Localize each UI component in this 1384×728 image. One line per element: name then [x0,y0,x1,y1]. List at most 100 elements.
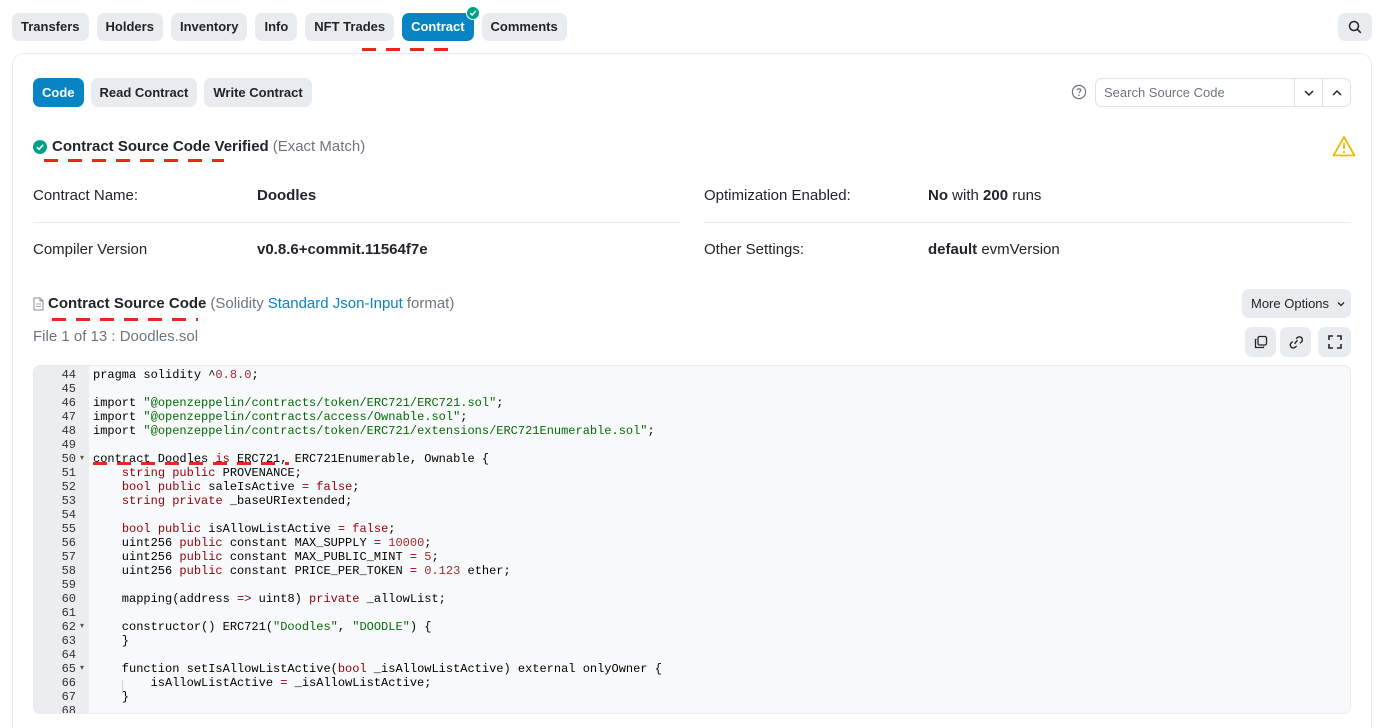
copy-icon [1254,335,1267,349]
chevron-down-icon [1303,89,1314,96]
code-text: pragma solidity ^0.8.0; [93,368,259,382]
code-line: 65 ▾ function setIsAllowListActive(bool _… [34,662,1350,676]
code-line: 47 import "@openzeppelin/contracts/access… [34,410,1350,424]
optimization-value: No with 200 runs [928,187,1041,204]
line-number: 46 [61,396,76,410]
code-text: uint256 public constant MAX_SUPPLY = 100… [93,536,432,550]
line-number: 57 [61,550,76,564]
standard-json-input-link[interactable]: Standard Json-Input [268,295,403,312]
fold-toggle-icon[interactable]: ▾ [80,452,84,466]
tab-info[interactable]: Info [255,13,298,41]
source-format-suffix: format) [406,295,455,312]
search-button[interactable] [1338,13,1372,41]
code-line: 59 [34,578,1350,592]
verified-heading: Contract Source Code Verified (Exact Mat… [33,138,365,155]
line-number: 53 [61,494,76,508]
optimization-runs-suffix: runs [1012,187,1042,204]
top-tab-bar: Transfers Holders Inventory Info NFT Tra… [12,6,567,41]
line-number: 50 [61,452,76,466]
subtab-code[interactable]: Code [33,78,84,107]
search-icon [1348,20,1362,34]
help-icon[interactable] [1071,84,1087,100]
code-line: 67 } [34,690,1350,704]
file-label: File 1 of 13 : Doodles.sol [33,328,199,345]
search-next-button[interactable] [1294,79,1322,106]
code-sub-tabs: Code Read Contract Write Contract [33,78,312,107]
line-number: 63 [61,634,76,648]
line-number: 47 [61,410,76,424]
code-text: constructor() ERC721("Doodles", "DOODLE"… [93,620,432,634]
optimization-label: Optimization Enabled: [704,187,851,204]
tab-inventory[interactable]: Inventory [170,13,248,41]
annotation-underline-source [52,318,198,321]
code-line: 57 uint256 public constant MAX_PUBLIC_MI… [34,550,1350,564]
code-line: 48 import "@openzeppelin/contracts/token/… [34,424,1350,438]
code-text: string public PROVENANCE; [121,466,302,480]
tab-transfers[interactable]: Transfers [12,13,89,41]
line-number: 49 [61,438,76,452]
more-options-label: More Options [1251,296,1330,311]
line-number: 58 [61,564,76,578]
tab-holders[interactable]: Holders [96,13,163,41]
code-line: 46 import "@openzeppelin/contracts/token/… [34,396,1350,410]
code-text: bool public saleIsActive = false; [121,480,360,494]
verified-match: (Exact Match) [272,138,366,155]
code-text: mapping(address => uint8) private _allow… [93,592,446,606]
line-number: 65 [61,662,76,676]
contract-name-value: Doodles [257,187,317,204]
compiler-value: v0.8.6+commit.11564f7e [257,241,428,258]
tab-comments[interactable]: Comments [481,13,567,41]
verified-check-icon [465,6,480,20]
annotation-underline-contract-tab [362,48,458,51]
evm-version-value: default [928,241,978,258]
code-text: string private _baseURIextended; [121,494,353,508]
code-line: 64 [34,648,1350,662]
source-code-heading: Contract Source Code (Solidity Standard … [33,295,454,312]
code-line: 54 [34,508,1350,522]
line-number: 52 [61,480,76,494]
line-number: 61 [61,606,76,620]
search-prev-button[interactable] [1322,79,1350,106]
code-text: import "@openzeppelin/contracts/token/ER… [93,424,655,438]
more-options-button[interactable]: More Options [1242,289,1351,318]
info-divider-right [704,222,1351,223]
verified-check-icon [33,139,47,154]
code-line: 55 bool public isAllowListActive = false… [34,522,1350,536]
fold-toggle-icon[interactable]: ▾ [80,662,84,676]
code-text: import "@openzeppelin/contracts/token/ER… [93,396,504,410]
subtab-write-contract[interactable]: Write Contract [204,78,312,107]
search-source-input[interactable] [1096,79,1294,106]
code-text: function setIsAllowListActive(bool _isAl… [93,662,662,676]
optimization-enabled: No [928,187,948,204]
code-line: 66 isAllowListActive = _isAllowListActiv… [34,676,1350,690]
file-icon [33,297,44,310]
line-number: 68 [61,704,76,714]
other-settings-label: Other Settings: [704,241,805,258]
fullscreen-button[interactable] [1318,327,1351,357]
code-text: import "@openzeppelin/contracts/access/O… [93,410,468,424]
annotation-underline-contract-line [93,462,289,465]
code-line: 62 ▾ constructor() ERC721("Doodles", "DOO… [34,620,1350,634]
optimization-runs: 200 [983,187,1009,204]
link-button[interactable] [1280,327,1311,357]
code-line: 60 mapping(address => uint8) private _al… [34,592,1350,606]
code-line: 53 string private _baseURIextended; [34,494,1350,508]
subtab-read-contract[interactable]: Read Contract [90,78,198,107]
line-number: 44 [61,368,76,382]
warning-icon[interactable] [1332,135,1356,157]
code-editor[interactable]: 44 pragma solidity ^0.8.0; 45 46 import "@op… [33,365,1351,714]
copy-button[interactable] [1245,327,1276,357]
code-line: 61 [34,606,1350,620]
other-settings-value: default evmVersion [928,241,1060,258]
fold-toggle-icon[interactable]: ▾ [80,620,84,634]
annotation-underline-verified [44,159,224,162]
tab-nft-trades[interactable]: NFT Trades [305,13,395,41]
line-number: 55 [61,522,76,536]
code-text: bool public isAllowListActive = false; [121,522,396,536]
line-number: 51 [61,466,76,480]
code-text: } [93,634,130,648]
line-number: 45 [61,382,76,396]
line-number: 64 [61,648,76,662]
optimization-with: with [952,187,979,204]
tab-contract[interactable]: Contract [402,6,480,41]
